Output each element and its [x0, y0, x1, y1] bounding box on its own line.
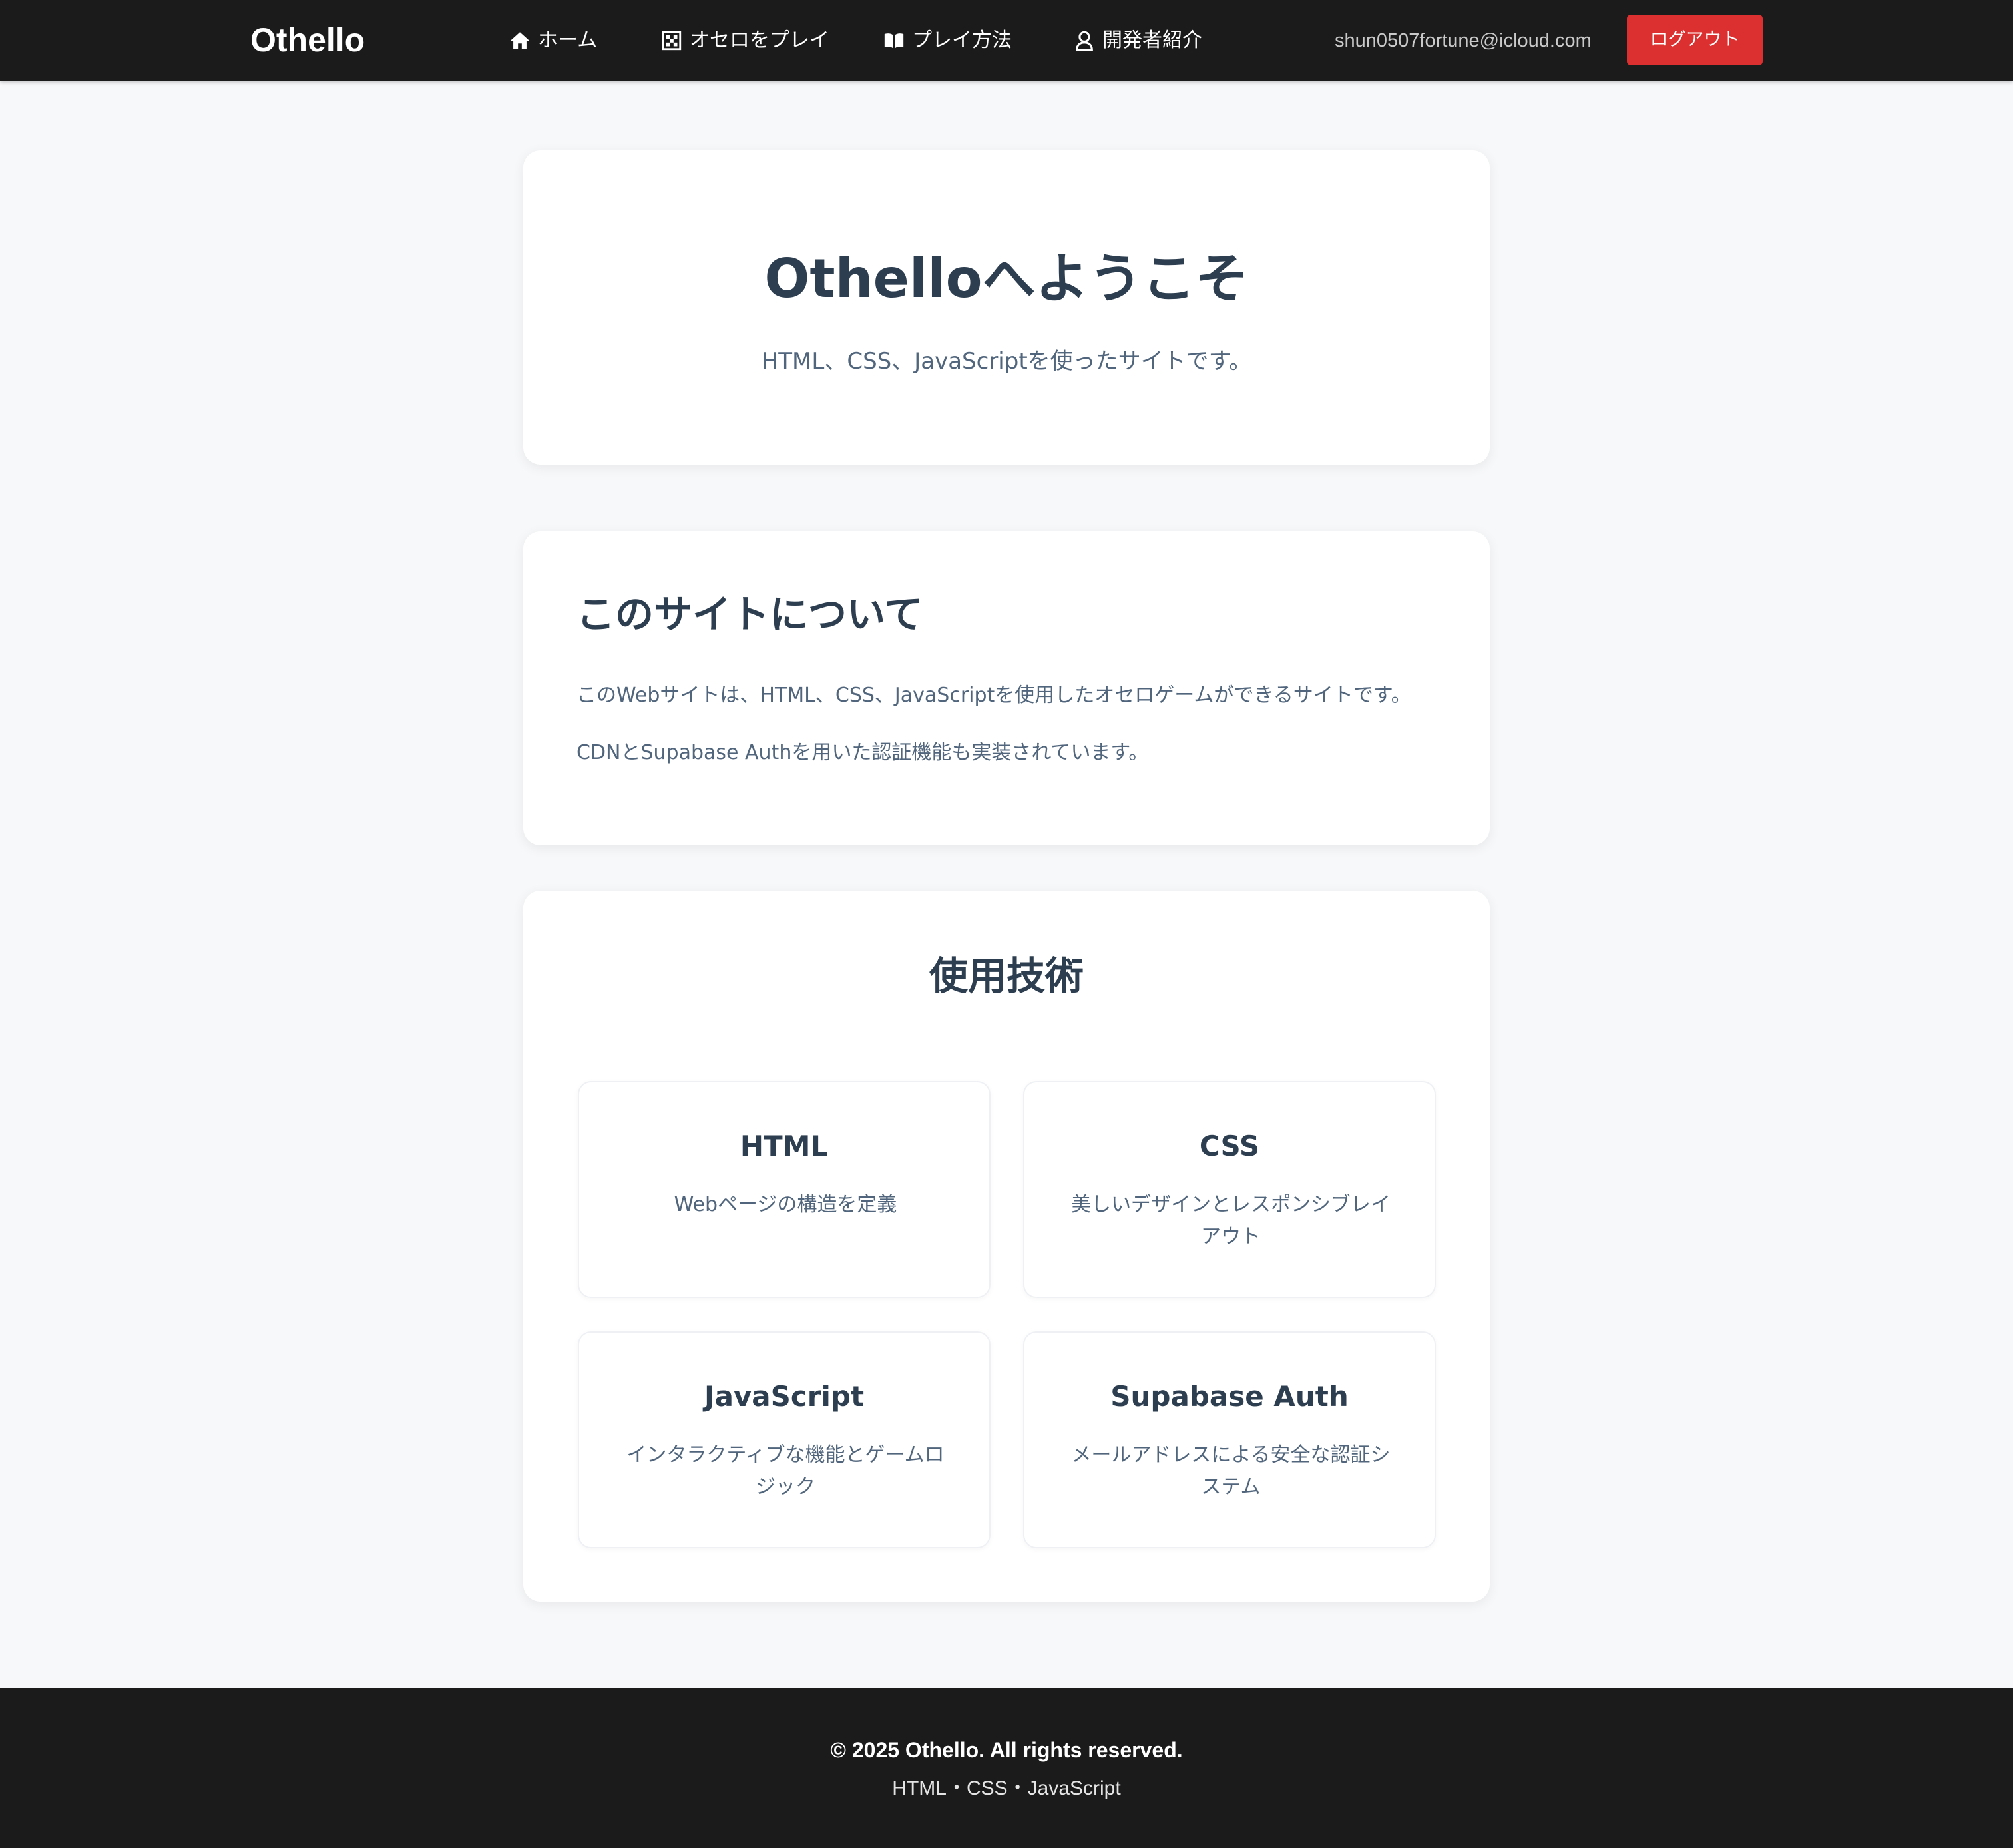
tech-item-supabase-auth: Supabase Auth メールアドレスによる安全な認証システム: [1023, 1331, 1436, 1548]
hero-title: Othelloへようこそ: [764, 248, 1249, 310]
book-icon: [883, 29, 905, 52]
user-email: shun0507fortune@icloud.com: [1335, 30, 1592, 51]
about-paragraph: このWebサイトは、HTML、CSS、JavaScriptを使用したオセロゲーム…: [576, 684, 1411, 707]
nav-item-home[interactable]: ホーム: [509, 24, 597, 57]
about-title: このサイトについて: [576, 592, 923, 637]
footer: [0, 1688, 2013, 1848]
tech-item-javascript: JavaScript インタラクティブな機能とゲームロジック: [578, 1331, 991, 1548]
navbar: Othello ホーム オセロをプレイ プレイ方法 開発者紹介 shun0507…: [0, 0, 2013, 81]
tech-item-desc: インタラクティブな機能とゲームロジック: [626, 1443, 945, 1499]
nav-item-label: 開発者紹介: [1102, 29, 1202, 52]
tech-item-title: Supabase Auth: [1110, 1380, 1349, 1413]
board-icon: [660, 29, 683, 52]
nav-item-play[interactable]: オセロをプレイ: [660, 24, 829, 57]
tech-item-title: CSS: [1199, 1130, 1260, 1162]
hero-subtitle: HTML、CSS、JavaScriptを使ったサイトです。: [761, 348, 1252, 375]
nav-item-howto[interactable]: プレイ方法: [883, 24, 1012, 57]
footer-copyright: © 2025 Othello. All rights reserved.: [830, 1738, 1183, 1762]
tech-item-desc: Webページの構造を定義: [674, 1193, 897, 1216]
footer-tech: HTML・CSS・JavaScript: [892, 1777, 1121, 1799]
user-icon: [1073, 29, 1096, 52]
tech-title: 使用技術: [929, 953, 1084, 999]
nav-item-label: プレイ方法: [912, 29, 1012, 52]
tech-item-title: JavaScript: [704, 1380, 865, 1413]
tech-item-desc: 美しいデザインとレスポンシブレイアウト: [1071, 1193, 1391, 1248]
logout-button[interactable]: ログアウト: [1627, 15, 1763, 65]
nav-item-label: ホーム: [538, 29, 598, 52]
brand-logo[interactable]: Othello: [250, 19, 365, 61]
about-paragraph: CDNとSupabase Authを用いた認証機能も実装されています。: [576, 741, 1149, 764]
home-icon: [509, 29, 531, 52]
tech-item-desc: メールアドレスによる安全な認証システム: [1071, 1443, 1391, 1499]
nav-item-label: オセロをプレイ: [690, 29, 829, 52]
tech-item-title: HTML: [740, 1130, 829, 1162]
tech-item-html: HTML Webページの構造を定義: [578, 1081, 991, 1298]
nav-item-developer[interactable]: 開発者紹介: [1073, 24, 1202, 57]
tech-item-css: CSS 美しいデザインとレスポンシブレイアウト: [1023, 1081, 1436, 1298]
